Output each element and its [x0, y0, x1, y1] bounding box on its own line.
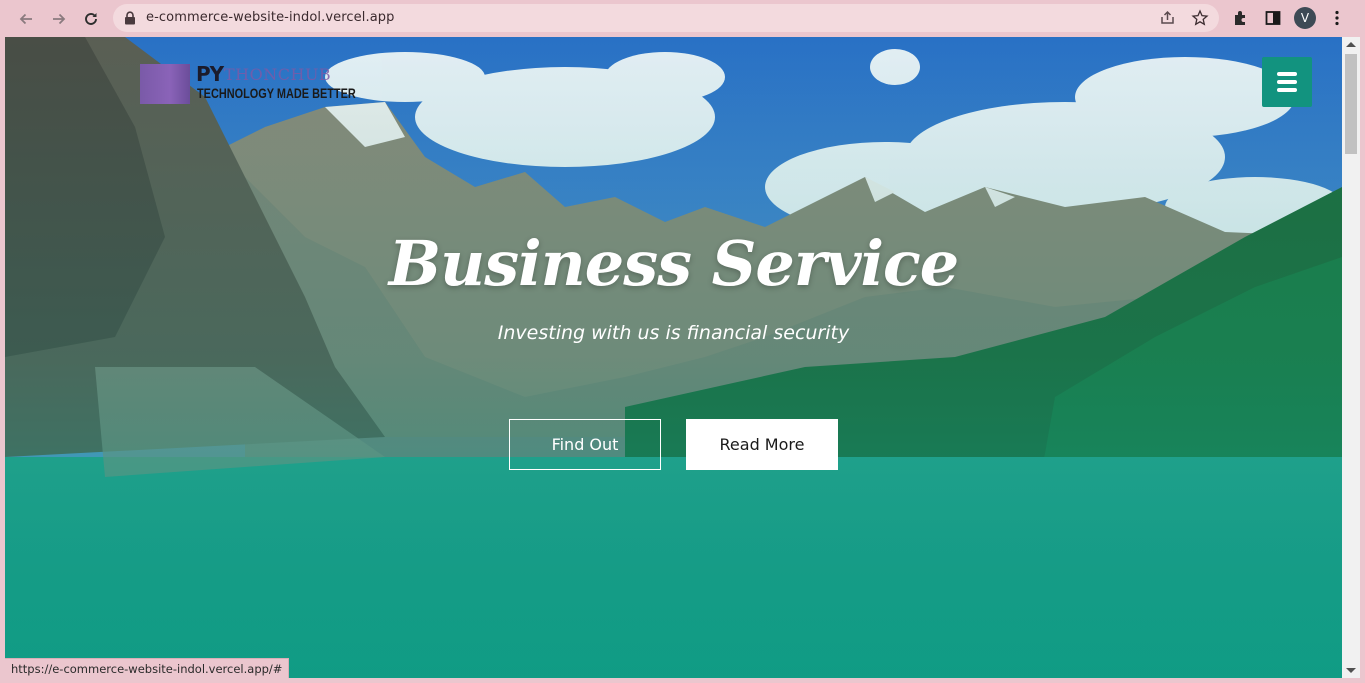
star-icon[interactable]	[1191, 9, 1209, 27]
scroll-down-arrow-icon[interactable]	[1346, 668, 1356, 673]
browser-toolbar: e-commerce-website-indol.vercel.app V	[0, 0, 1365, 37]
hamburger-line-icon	[1277, 80, 1297, 84]
hamburger-menu-button[interactable]	[1262, 57, 1312, 107]
forward-button[interactable]	[46, 6, 72, 32]
scroll-up-arrow-icon[interactable]	[1346, 42, 1356, 47]
hero-background-image	[5, 37, 1342, 678]
back-icon	[19, 13, 32, 25]
sidepanel-icon[interactable]	[1264, 9, 1282, 27]
reload-icon	[85, 13, 97, 25]
logo-tagline: TECHNOLOGY MADE BETTER	[197, 85, 356, 101]
page-viewport: PY THONCHUB TECHNOLOGY MADE BETTER Busin…	[5, 37, 1342, 678]
hamburger-line-icon	[1277, 88, 1297, 92]
window-frame-bottom	[0, 678, 1365, 683]
scrollbar-thumb[interactable]	[1345, 54, 1357, 154]
back-button[interactable]	[13, 6, 39, 32]
kebab-menu-icon[interactable]	[1328, 9, 1346, 27]
window-frame-right	[1360, 37, 1365, 683]
address-bar[interactable]: e-commerce-website-indol.vercel.app	[113, 4, 1219, 32]
logo-brand-prefix: PY	[196, 62, 224, 86]
find-out-button[interactable]: Find Out	[509, 419, 661, 470]
extensions-icon[interactable]	[1232, 9, 1250, 27]
site-logo[interactable]: PY THONCHUB TECHNOLOGY MADE BETTER	[140, 62, 356, 106]
url-text: e-commerce-website-indol.vercel.app	[146, 10, 395, 25]
hero-title: Business Service	[388, 227, 960, 300]
hero-subtitle: Investing with us is financial security	[497, 322, 850, 344]
profile-avatar[interactable]: V	[1294, 7, 1316, 29]
forward-icon	[53, 13, 66, 25]
window-frame-left	[0, 37, 5, 683]
logo-brand-suffix: THONCHUB	[224, 65, 332, 84]
status-bar-url: https://e-commerce-website-indol.vercel.…	[5, 658, 290, 678]
read-more-button[interactable]: Read More	[686, 419, 838, 470]
vertical-scrollbar[interactable]	[1342, 37, 1360, 678]
share-icon[interactable]	[1159, 9, 1177, 27]
lock-icon	[125, 11, 135, 25]
hamburger-line-icon	[1277, 72, 1297, 76]
reload-button[interactable]	[78, 6, 104, 32]
logo-mark-icon	[140, 64, 190, 104]
